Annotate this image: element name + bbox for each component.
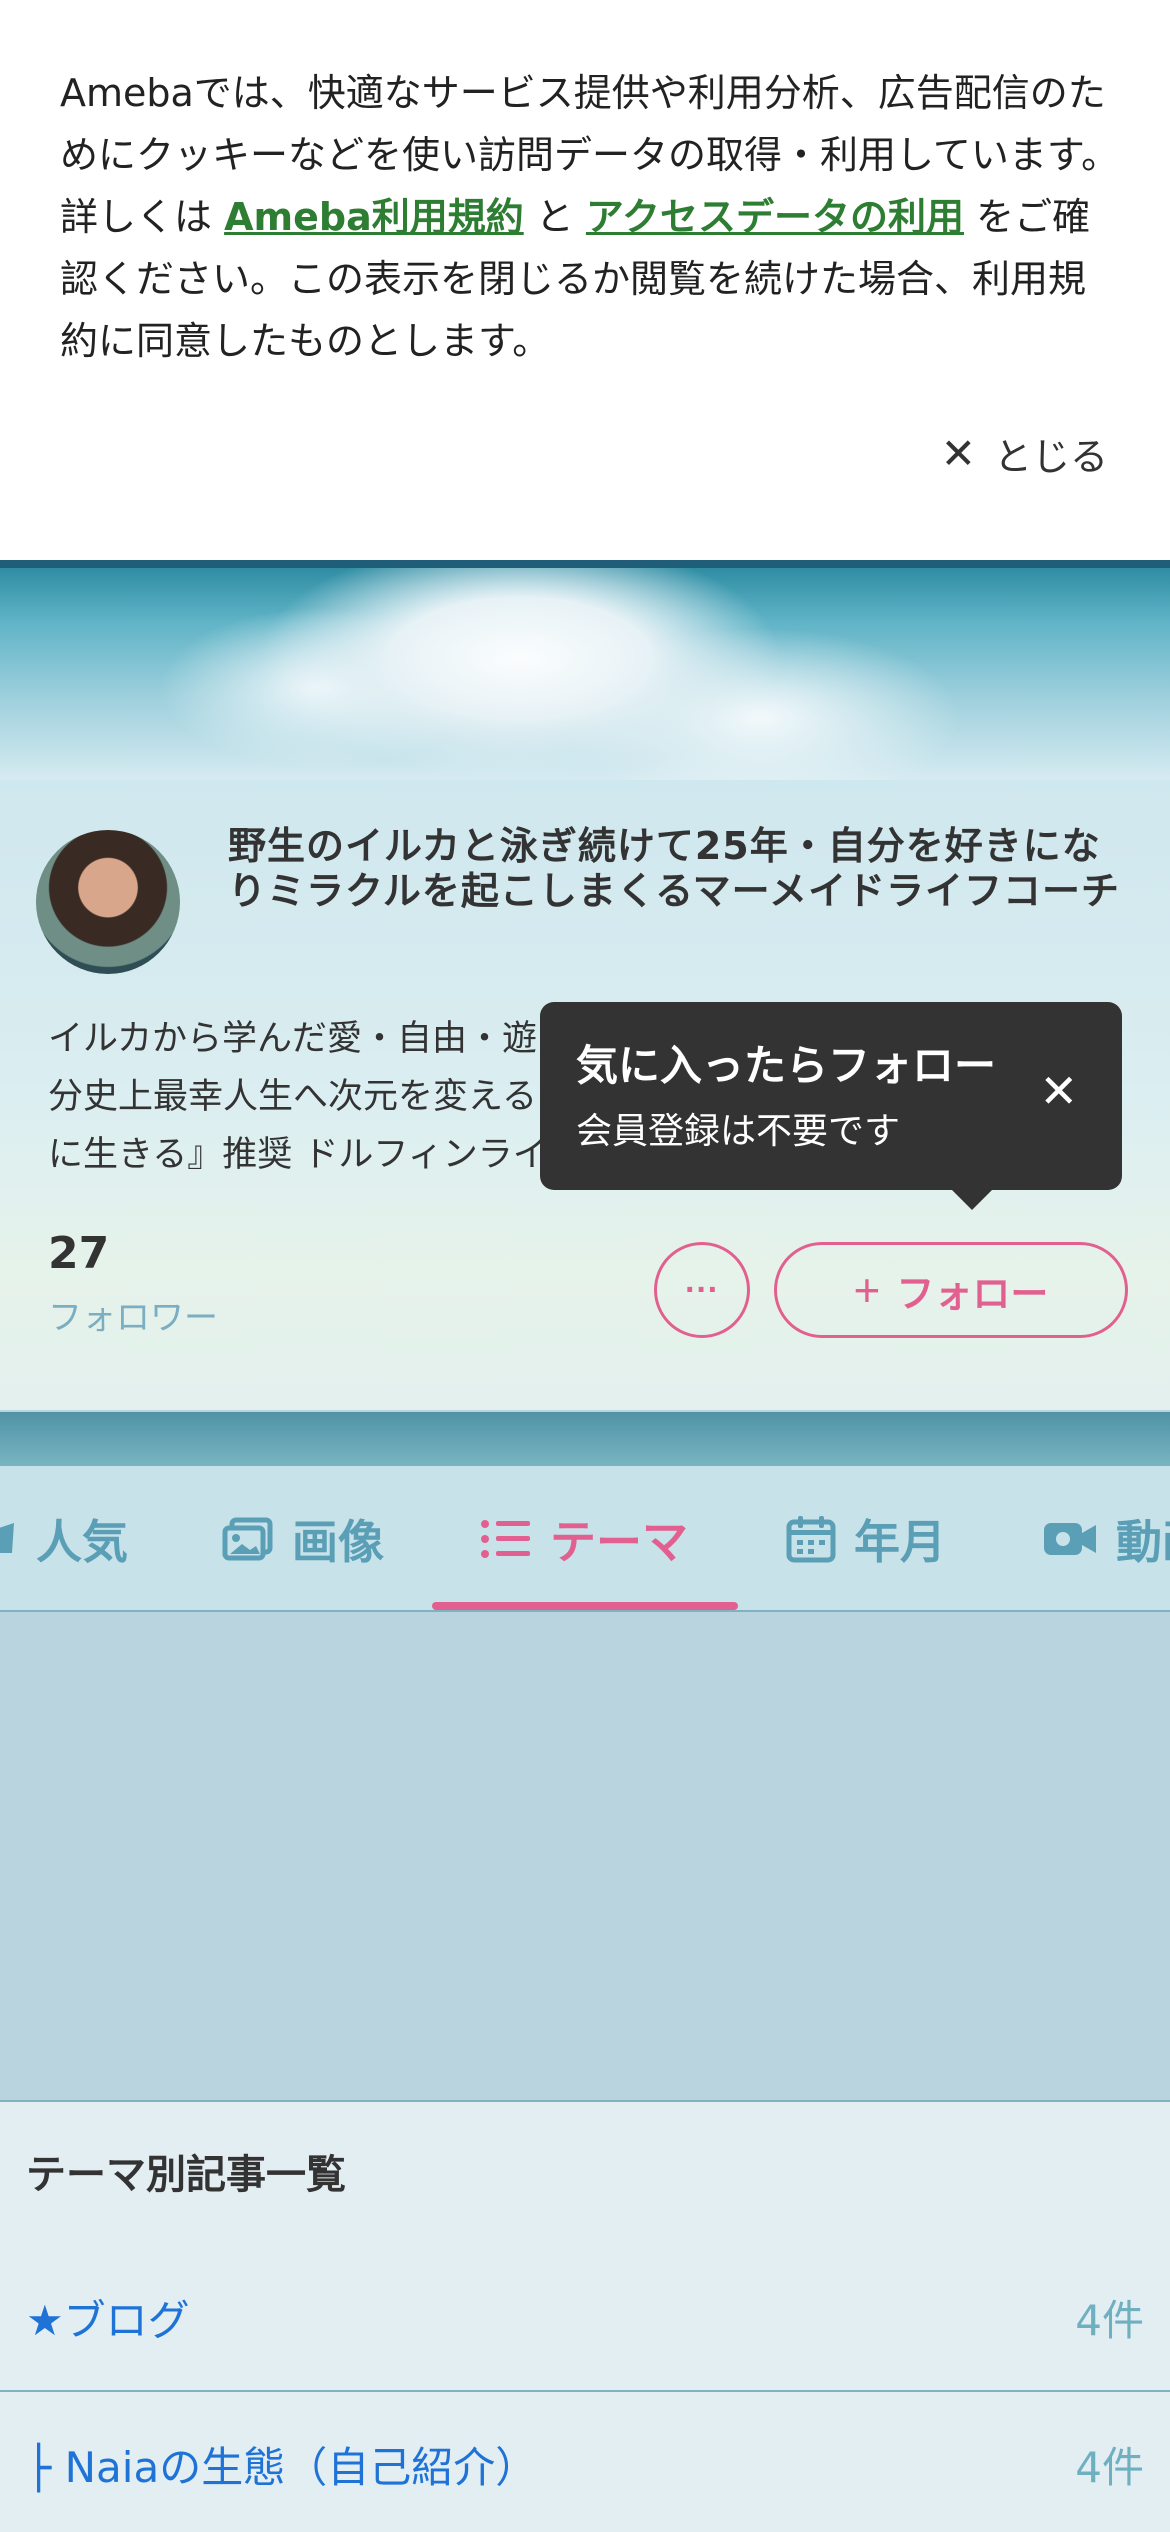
cookie-banner: Amebaでは、快適なサービス提供や利用分析、広告配信のためにクッキーなどを使い… [0,0,1170,560]
access-data-link[interactable]: アクセスデータの利用 [586,195,964,239]
more-icon: ··· [685,1270,719,1309]
close-icon: ✕ [940,428,976,478]
blog-title[interactable]: 野生のイルカと泳ぎ続けて25年・自分を好きになりミラクルを起こしまくるマーメイド… [228,824,1128,914]
blog-tabs: 人気 画像 テーマ 年月 動画 [0,1466,1170,1612]
calendar-icon [786,1514,836,1564]
divider-band [0,1412,1170,1466]
follow-button[interactable]: + フォロー [774,1242,1128,1338]
tooltip-title: 気に入ったらフォロー [576,1041,997,1090]
header-cloud-image [0,560,1170,780]
list-icon [480,1517,532,1561]
followers-label[interactable]: フォロワー [48,1290,218,1339]
followers-count[interactable]: 27 [48,1228,109,1279]
tab-videos[interactable]: 動画 [1042,1466,1170,1610]
tab-label: 人気 [36,1515,128,1569]
crown-icon [0,1519,18,1559]
list-item[interactable]: ★ブログ 4件 [0,2244,1170,2390]
theme-count: 4件 [1075,2442,1144,2492]
plus-icon: + [853,1264,881,1316]
active-tab-indicator [432,1602,738,1610]
tooltip-subtitle: 会員登録は不要です [576,1111,901,1152]
list-item[interactable]: ├ Naiaの生態（自己紹介） 4件 [0,2390,1170,2532]
follow-label: フォロー [896,1273,1049,1316]
theme-count: 4件 [1075,2295,1144,2345]
video-icon [1042,1519,1098,1559]
cookie-text-mid: と [523,195,586,239]
follow-tooltip: 気に入ったらフォロー 会員登録は不要です ✕ [540,1002,1122,1210]
tab-images[interactable]: 画像 [222,1466,384,1610]
image-icon [222,1516,274,1562]
tooltip-close-icon[interactable]: ✕ [1039,1068,1078,1114]
theme-name: ★ブログ [26,2295,190,2345]
tab-label: 年月 [854,1515,946,1569]
tab-label: 動画 [1116,1515,1170,1569]
theme-list-heading: テーマ別記事一覧 [26,2152,346,2198]
cookie-close-button[interactable]: ✕ とじる [941,420,1108,486]
avatar[interactable] [36,830,180,974]
theme-name: ├ Naiaの生態（自己紹介） [26,2442,538,2492]
content-area [0,1612,1170,2102]
cookie-close-label: とじる [993,434,1108,479]
tab-label: テーマ [550,1515,688,1569]
tab-popular[interactable]: 人気 [0,1466,128,1610]
more-options-button[interactable]: ··· [654,1242,750,1338]
terms-link[interactable]: Ameba利用規約 [224,195,524,239]
tab-archive[interactable]: 年月 [786,1466,946,1610]
tab-label: 画像 [292,1515,384,1569]
cookie-message: Amebaでは、快適なサービス提供や利用分析、広告配信のためにクッキーなどを使い… [60,62,1120,372]
tab-themes[interactable]: テーマ [480,1466,688,1610]
